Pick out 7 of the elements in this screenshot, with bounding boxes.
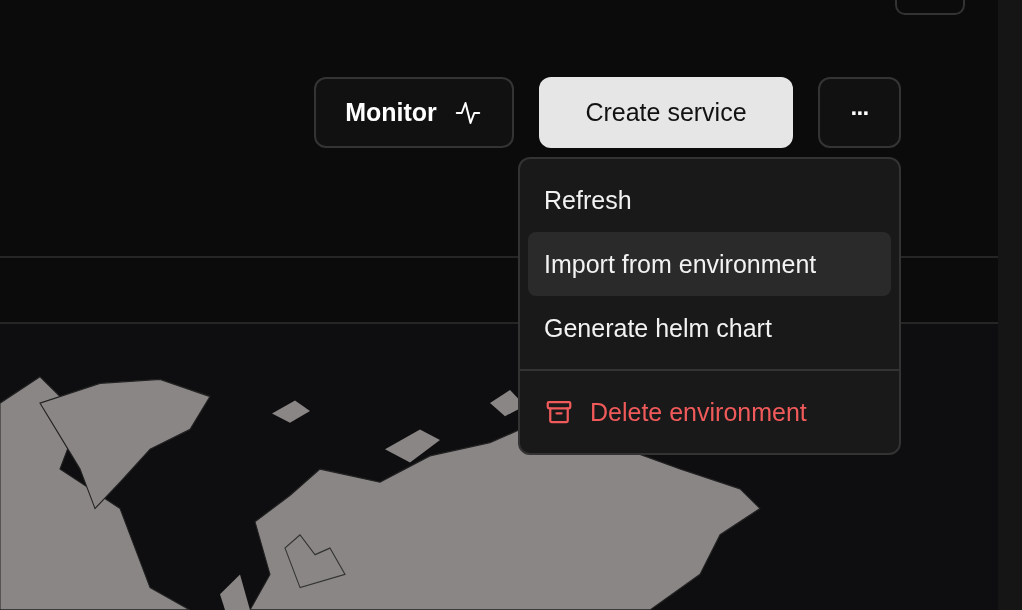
more-button[interactable]: ···: [818, 77, 901, 148]
monitor-button[interactable]: Monitor: [314, 77, 514, 148]
menu-item[interactable]: Import from environment: [528, 232, 891, 296]
menu-item[interactable]: Refresh: [528, 168, 891, 232]
menu-item[interactable]: Generate helm chart: [528, 296, 891, 360]
menu-item[interactable]: Delete environment: [528, 380, 891, 444]
create-service-button[interactable]: Create service: [539, 77, 793, 148]
